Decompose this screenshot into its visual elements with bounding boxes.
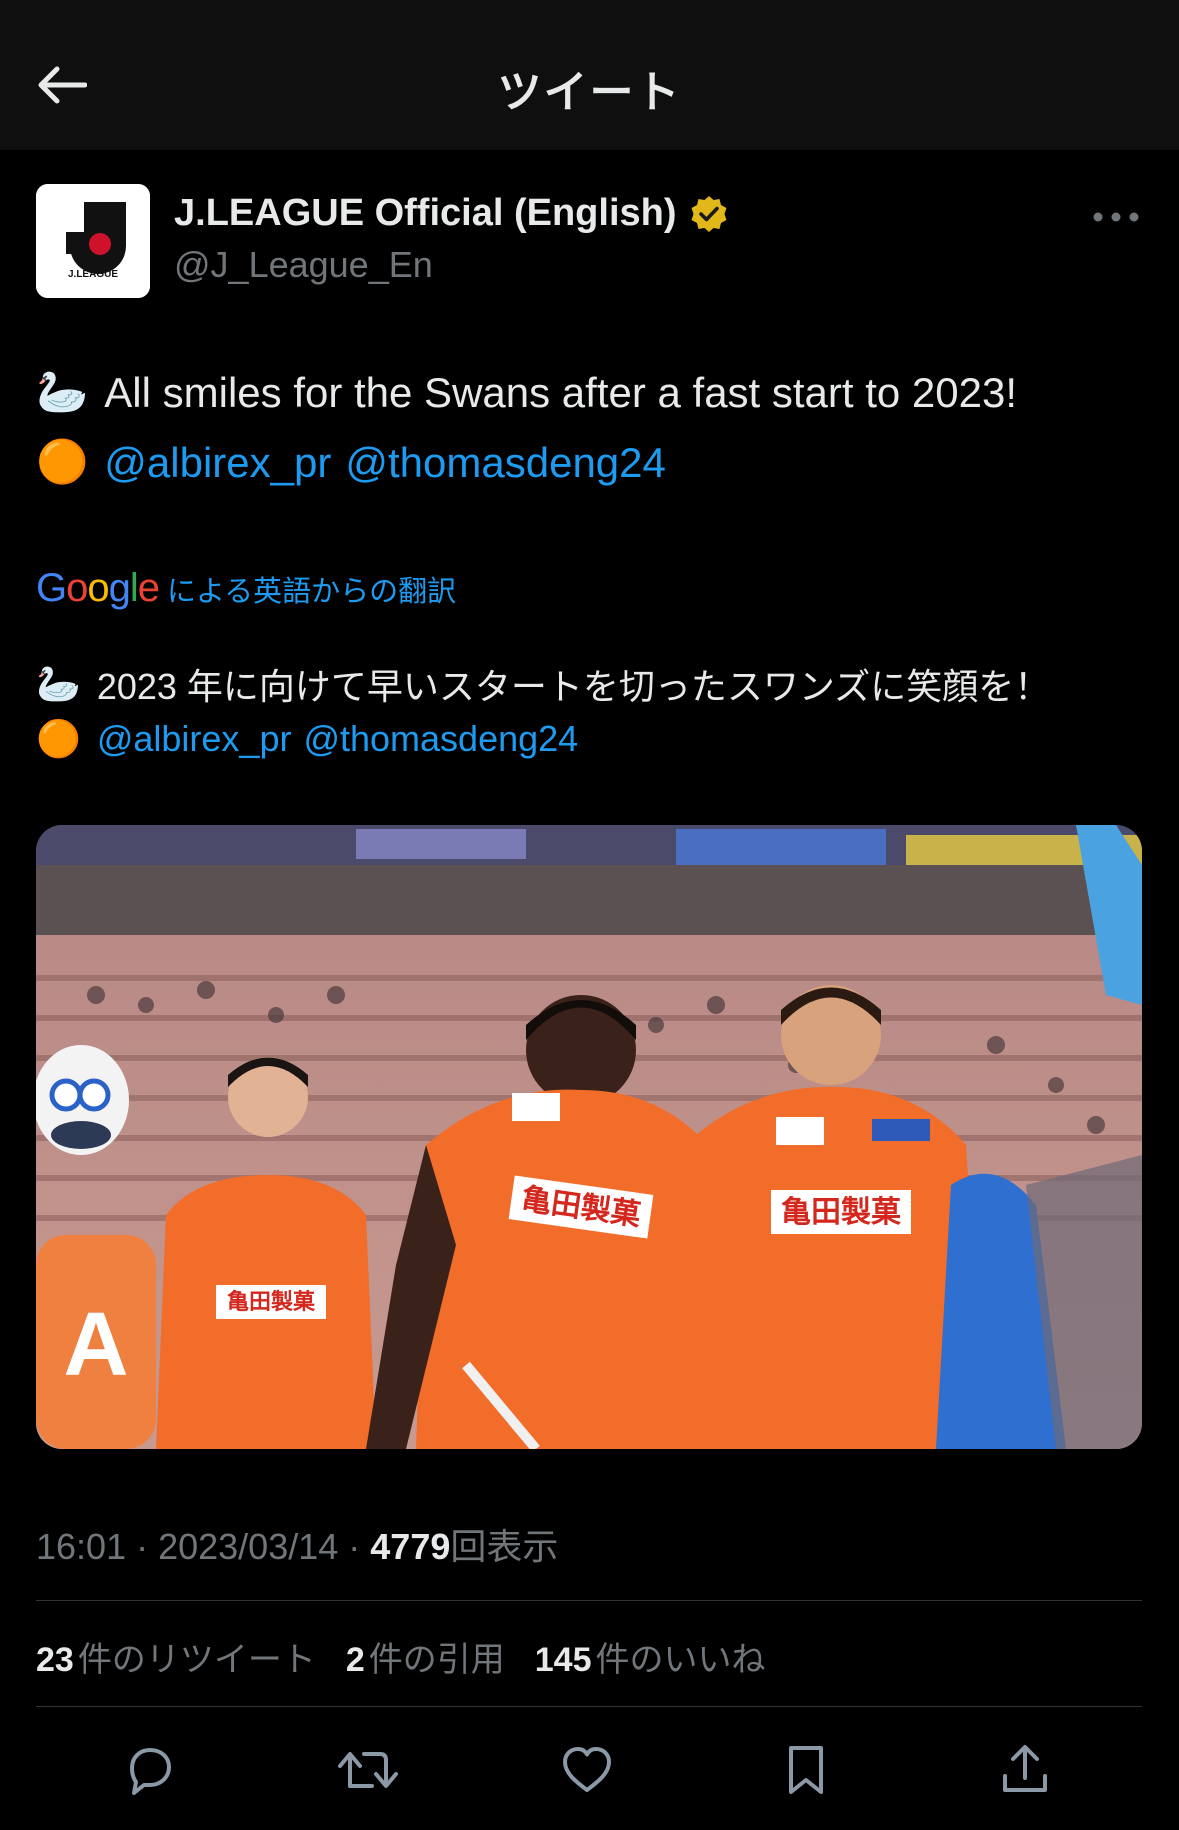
page-title: ツイート: [497, 68, 682, 117]
avatar[interactable]: J.LEAGUE: [36, 184, 150, 298]
like-button[interactable]: [552, 1735, 622, 1805]
google-logo: Google: [36, 566, 160, 610]
like-icon: [563, 1747, 611, 1792]
svg-text:亀田製菓: 亀田製菓: [227, 1289, 316, 1315]
top-bar: ツイート: [0, 0, 1179, 150]
tweet-meta: 16:01 · 2023/03/14 · 4779回表示: [36, 1526, 559, 1567]
svg-text:亀田製菓: 亀田製菓: [781, 1195, 902, 1230]
action-bar: [0, 1735, 1179, 1805]
logo-text: J.LEAGUE: [68, 269, 118, 280]
view-count: 4779: [370, 1526, 451, 1567]
retweet-button[interactable]: [333, 1735, 403, 1805]
author-handle[interactable]: @J_League_En: [174, 244, 433, 286]
engagement-stats: 23 件のリツイート 2 件の引用 145 件のいいね: [36, 1632, 795, 1681]
author-name-row[interactable]: J.LEAGUE Official (English): [174, 192, 729, 235]
tweet-time: 16:01: [36, 1526, 127, 1567]
tweet-photo[interactable]: A 亀田製菓 亀田製菓 亀田製菓: [36, 825, 1142, 1449]
tweet-date: 2023/03/14: [158, 1526, 339, 1567]
reply-button[interactable]: [115, 1735, 185, 1805]
jleague-logo: J.LEAGUE: [36, 184, 150, 298]
bookmark-icon: [789, 1746, 823, 1794]
verified-badge-icon: [691, 195, 726, 232]
mention-thomasdeng[interactable]: @thomasdeng24: [303, 718, 578, 760]
bookmark-button[interactable]: [771, 1735, 841, 1805]
translated-text-line-2: 🟠 @albirex_pr @thomasdeng24: [36, 718, 578, 760]
view-label: 回表示: [450, 1526, 559, 1567]
svg-text:A: A: [64, 1295, 129, 1395]
divider: [36, 1706, 1142, 1707]
tweet-text-line-1: 🦢 All smiles for the Swans after a fast …: [36, 368, 1017, 417]
share-button[interactable]: [990, 1735, 1060, 1805]
mention-albirex[interactable]: @albirex_pr: [104, 439, 331, 487]
quotes-stat[interactable]: 2 件の引用: [346, 1632, 505, 1681]
retweet-icon: [338, 1752, 398, 1788]
orange-circle-emoji: 🟠: [36, 438, 89, 485]
mention-albirex[interactable]: @albirex_pr: [97, 718, 292, 760]
retweets-stat[interactable]: 23 件のリツイート: [36, 1632, 316, 1681]
divider: [36, 1600, 1142, 1601]
translated-text-line-1: 🦢 2023 年に向けて早いスタートを切ったスワンズに笑顔を！: [36, 658, 1050, 710]
swan-emoji: 🦢: [36, 663, 81, 704]
more-button[interactable]: [1090, 198, 1142, 236]
mention-thomasdeng[interactable]: @thomasdeng24: [345, 439, 666, 487]
translation-source-link[interactable]: による英語からの翻訳: [167, 568, 456, 610]
author-name: J.LEAGUE Official (English): [174, 192, 677, 234]
translated-text: 2023 年に向けて早いスタートを切ったスワンズに笑顔を！: [96, 666, 1051, 707]
likes-stat[interactable]: 145 件のいいね: [535, 1632, 766, 1681]
more-icon: [1093, 212, 1139, 222]
swan-emoji: 🦢: [36, 368, 89, 415]
translation-attribution[interactable]: Google による英語からの翻訳: [36, 566, 456, 611]
share-icon: [1003, 1745, 1047, 1792]
reply-icon: [130, 1748, 171, 1795]
tweet-text: All smiles for the Swans after a fast st…: [104, 368, 1018, 416]
tweet-text-line-2: 🟠 @albirex_pr @thomasdeng24: [36, 438, 666, 487]
photo-illustration: A 亀田製菓 亀田製菓 亀田製菓: [36, 825, 1142, 1449]
orange-circle-emoji: 🟠: [36, 718, 81, 759]
